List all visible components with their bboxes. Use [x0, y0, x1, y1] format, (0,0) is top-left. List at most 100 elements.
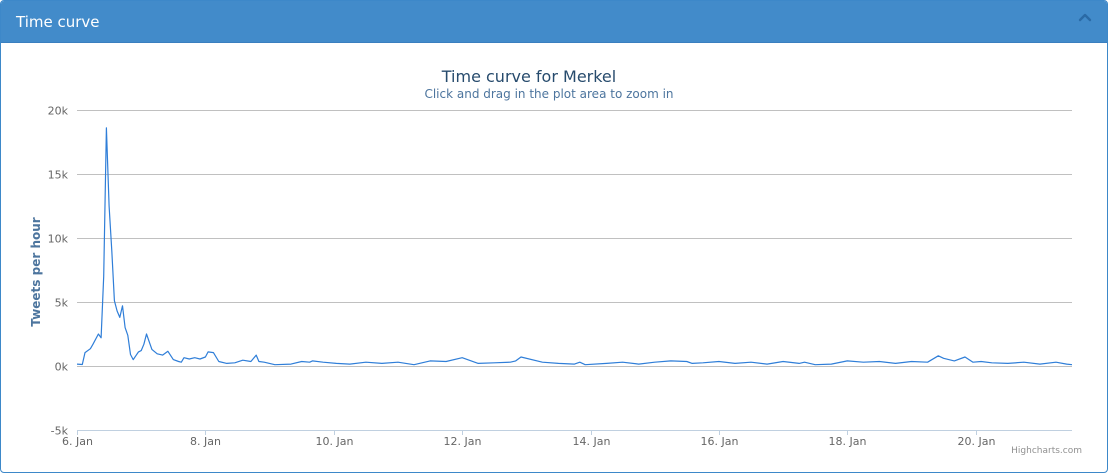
chevron-up-icon[interactable]	[1077, 10, 1093, 26]
data-point[interactable]	[112, 298, 117, 303]
data-point[interactable]	[248, 359, 253, 364]
data-point[interactable]	[476, 361, 481, 366]
data-point[interactable]	[668, 358, 673, 363]
data-point[interactable]	[101, 274, 106, 279]
chart-container[interactable]: Time curve for Merkel Click and drag in …	[1, 43, 1107, 472]
data-point[interactable]	[936, 353, 941, 358]
data-point[interactable]	[781, 359, 786, 364]
data-point[interactable]	[171, 357, 176, 362]
data-point[interactable]	[700, 360, 705, 365]
data-point[interactable]	[1054, 360, 1059, 365]
data-point[interactable]	[128, 352, 133, 357]
data-point[interactable]	[80, 362, 85, 367]
data-point[interactable]	[1021, 360, 1026, 365]
data-point[interactable]	[363, 360, 368, 365]
data-point[interactable]	[160, 353, 165, 358]
data-point[interactable]	[845, 358, 850, 363]
data-point[interactable]	[797, 361, 802, 366]
data-point[interactable]	[347, 362, 352, 367]
data-point[interactable]	[206, 349, 211, 354]
data-point[interactable]	[1005, 361, 1010, 366]
data-point[interactable]	[115, 309, 120, 314]
data-point[interactable]	[120, 303, 125, 308]
data-point[interactable]	[75, 362, 80, 367]
data-point[interactable]	[203, 355, 208, 360]
data-point[interactable]	[272, 362, 277, 367]
data-point[interactable]	[893, 361, 898, 366]
data-point[interactable]	[1070, 362, 1075, 367]
data-point[interactable]	[979, 359, 984, 364]
data-point[interactable]	[125, 333, 130, 338]
data-point[interactable]	[492, 360, 497, 365]
data-point[interactable]	[107, 204, 112, 209]
data-point[interactable]	[139, 348, 144, 353]
data-point[interactable]	[460, 355, 465, 360]
data-point[interactable]	[155, 351, 160, 356]
data-point[interactable]	[299, 359, 304, 364]
data-point[interactable]	[583, 362, 588, 367]
data-point[interactable]	[192, 355, 197, 360]
data-point[interactable]	[577, 360, 582, 365]
data-point[interactable]	[802, 360, 807, 365]
data-point[interactable]	[289, 362, 294, 367]
data-point[interactable]	[1064, 362, 1069, 367]
data-point[interactable]	[83, 350, 88, 355]
data-point[interactable]	[620, 360, 625, 365]
data-point[interactable]	[117, 315, 122, 320]
data-point[interactable]	[256, 359, 261, 364]
data-point[interactable]	[412, 362, 417, 367]
data-point[interactable]	[508, 360, 513, 365]
data-point[interactable]	[262, 360, 267, 365]
data-point[interactable]	[198, 357, 203, 362]
data-point[interactable]	[224, 361, 229, 366]
data-point[interactable]	[877, 359, 882, 364]
data-point[interactable]	[556, 361, 561, 366]
data-point[interactable]	[240, 358, 245, 363]
data-point[interactable]	[187, 357, 192, 362]
data-point[interactable]	[396, 360, 401, 365]
data-point[interactable]	[165, 349, 170, 354]
data-point[interactable]	[254, 353, 259, 358]
data-point[interactable]	[513, 358, 518, 363]
data-point[interactable]	[813, 362, 818, 367]
data-point[interactable]	[716, 359, 721, 364]
data-point[interactable]	[765, 362, 770, 367]
data-point[interactable]	[109, 248, 114, 253]
time-curve-chart[interactable]: Time curve for Merkel Click and drag in …	[1, 43, 1107, 472]
data-point[interactable]	[861, 360, 866, 365]
data-point[interactable]	[971, 360, 976, 365]
data-point[interactable]	[211, 350, 216, 355]
data-point[interactable]	[321, 360, 326, 365]
data-point[interactable]	[829, 362, 834, 367]
series-line[interactable]	[76, 127, 1073, 366]
data-point[interactable]	[636, 362, 641, 367]
data-point[interactable]	[428, 358, 433, 363]
data-point[interactable]	[444, 359, 449, 364]
data-point[interactable]	[952, 358, 957, 363]
data-point[interactable]	[690, 361, 695, 366]
data-point[interactable]	[941, 356, 946, 361]
data-point[interactable]	[604, 361, 609, 366]
data-point[interactable]	[963, 355, 968, 360]
data-point[interactable]	[182, 355, 187, 360]
data-point[interactable]	[909, 359, 914, 364]
data-point[interactable]	[149, 347, 154, 352]
data-point[interactable]	[925, 360, 930, 365]
data-point[interactable]	[1037, 362, 1042, 367]
data-point[interactable]	[144, 332, 149, 337]
data-point[interactable]	[216, 359, 221, 364]
data-point[interactable]	[572, 362, 577, 367]
data-point[interactable]	[733, 361, 738, 366]
data-point[interactable]	[310, 358, 315, 363]
series-layer[interactable]	[75, 125, 1075, 367]
data-point[interactable]	[684, 359, 689, 364]
data-point[interactable]	[141, 342, 146, 347]
data-point[interactable]	[334, 361, 339, 366]
data-point[interactable]	[379, 361, 384, 366]
data-point[interactable]	[989, 360, 994, 365]
data-point[interactable]	[179, 360, 184, 365]
data-point[interactable]	[88, 346, 93, 351]
data-point[interactable]	[104, 125, 109, 130]
data-point[interactable]	[91, 342, 96, 347]
data-point[interactable]	[99, 335, 104, 340]
